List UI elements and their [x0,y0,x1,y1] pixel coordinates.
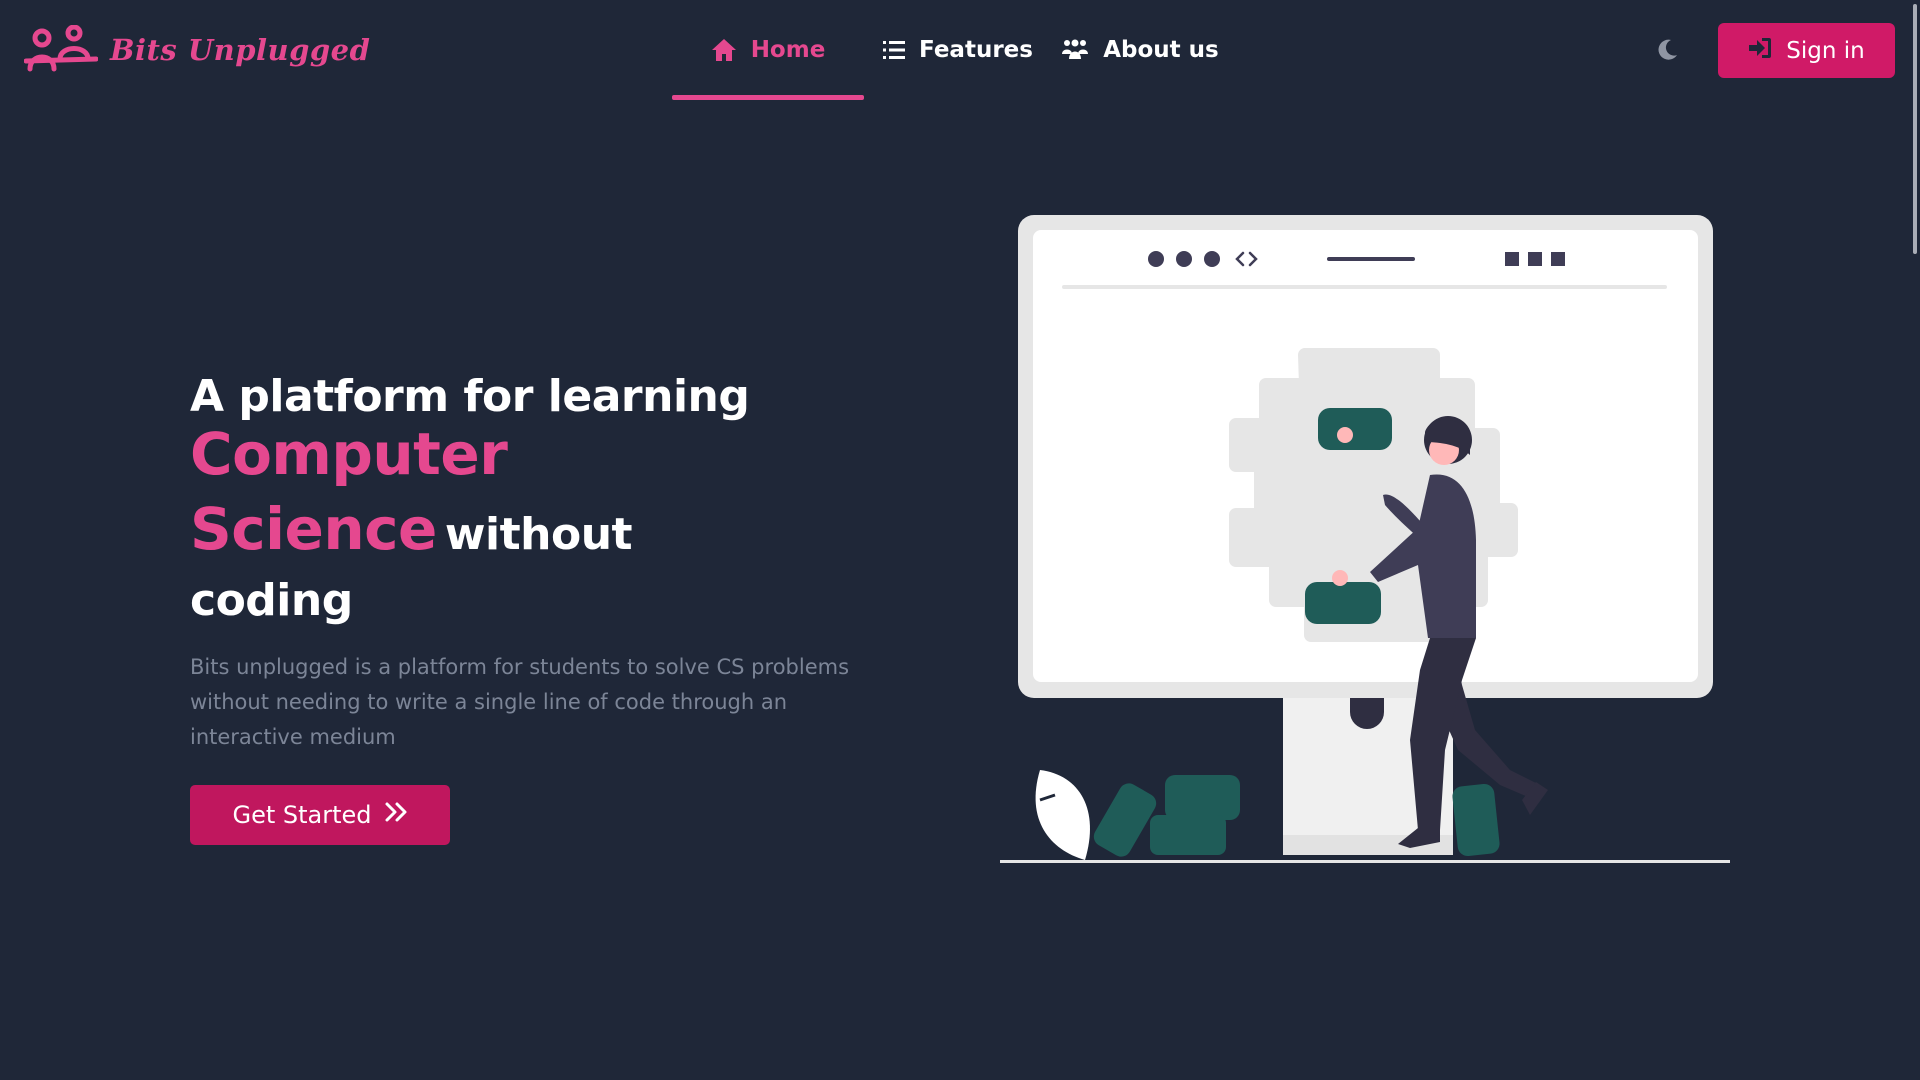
nav-item-home[interactable]: Home [672,0,864,100]
nav-item-about[interactable]: About us [1052,0,1228,100]
moon-icon [1658,39,1677,60]
hero-heading-line3: coding [190,575,353,626]
nav-item-label: Home [750,37,826,63]
list-icon [883,40,906,60]
main-nav: Home Features About us [672,0,1228,100]
double-chevron-right-icon [384,801,408,829]
hero-heading-rest: without [444,509,633,560]
navbar: Bits Unplugged Home Features About us Si… [0,0,1920,100]
users-icon [1061,39,1089,61]
sign-in-label: Sign in [1786,37,1865,64]
hero-section: A platform for learning Computer Science… [190,370,910,845]
hero-illustration [1000,210,1740,870]
scrollbar-thumb[interactable] [1913,4,1917,254]
sign-in-button[interactable]: Sign in [1718,23,1895,78]
home-icon [711,38,737,62]
hero-heading-line2: Computer Science without [190,424,910,574]
sign-in-icon [1748,37,1772,65]
theme-toggle[interactable] [1654,36,1680,62]
get-started-button[interactable]: Get Started [190,785,450,845]
scrollbar[interactable] [1906,0,1920,1080]
get-started-label: Get Started [232,801,372,829]
users-logo-icon [24,25,98,75]
nav-item-label: Features [919,37,1033,63]
hero-description: Bits unplugged is a platform for student… [190,655,850,749]
nav-item-label: About us [1103,37,1219,63]
nav-item-features[interactable]: Features [864,0,1052,100]
brand-name: Bits Unplugged [110,33,371,67]
brand-logo[interactable]: Bits Unplugged [24,22,370,78]
hero-heading-line1: A platform for learning [190,371,750,422]
